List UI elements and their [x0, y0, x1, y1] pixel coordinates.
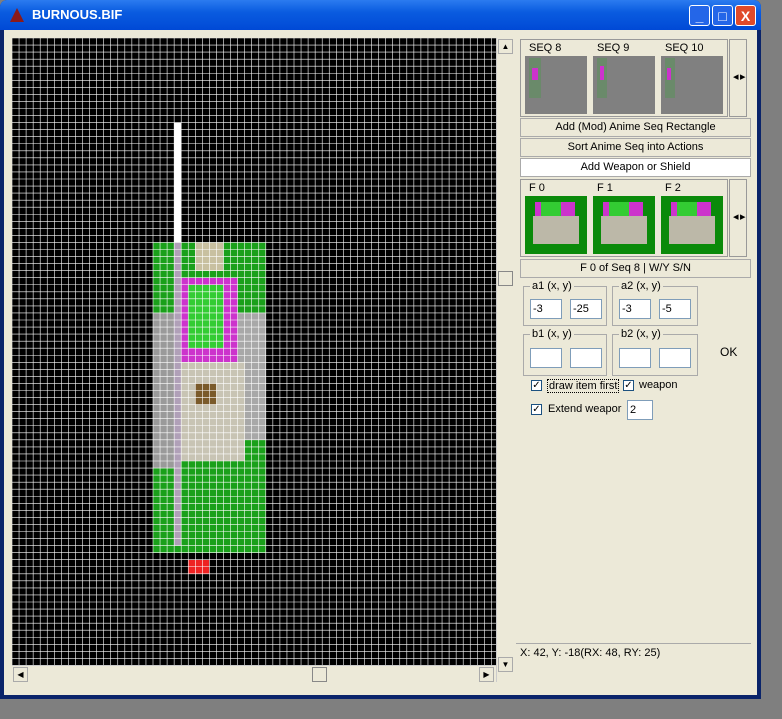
- frame-cell[interactable]: F 0: [523, 182, 589, 254]
- b1-y-input[interactable]: [570, 348, 602, 368]
- app-icon: [10, 8, 24, 22]
- scroll-down-icon[interactable]: ▼: [498, 657, 513, 672]
- horizontal-scroll-thumb[interactable]: [312, 667, 327, 682]
- a2-x-input[interactable]: [619, 299, 651, 319]
- sequence-thumbnail: [525, 56, 587, 114]
- sequence-cell[interactable]: SEQ 9: [591, 42, 657, 114]
- extend-weapon-label: Extend weapor: [548, 403, 622, 415]
- add-weapon-button[interactable]: Add Weapon or Shield: [520, 158, 751, 177]
- sequence-label: SEQ 9: [597, 42, 630, 54]
- scroll-right-icon[interactable]: ▸: [740, 210, 746, 223]
- draw-item-first-checkbox[interactable]: ✓: [531, 380, 542, 391]
- a1-label: a1 (x, y): [530, 280, 574, 292]
- scroll-left-icon[interactable]: ◀: [13, 667, 28, 682]
- minimize-button[interactable]: _: [689, 5, 710, 26]
- a1-x-input[interactable]: [530, 299, 562, 319]
- sequence-label: SEQ 10: [665, 42, 704, 54]
- frame-label: F 1: [597, 182, 613, 194]
- scroll-left-icon[interactable]: ◂: [733, 70, 739, 83]
- frame-cell[interactable]: F 2: [659, 182, 725, 254]
- app-window: BURNOUS.BIF _ □ X ▲ ▼ ◀ ▶ SEQ 8 SEQ 9 SE…: [0, 0, 761, 699]
- sprite-chest: [188, 284, 224, 349]
- a1-y-input[interactable]: [570, 299, 602, 319]
- frame-label: F 2: [665, 182, 681, 194]
- vertical-scroll-thumb[interactable]: [498, 271, 513, 286]
- frame-strip-scroller[interactable]: ◂ ▸: [729, 179, 747, 257]
- title-bar[interactable]: BURNOUS.BIF _ □ X: [0, 0, 761, 30]
- b1-group: b1 (x, y): [523, 328, 607, 376]
- b2-x-input[interactable]: [619, 348, 651, 368]
- a2-y-input[interactable]: [659, 299, 691, 319]
- b2-y-input[interactable]: [659, 348, 691, 368]
- a2-label: a2 (x, y): [619, 280, 663, 292]
- frame-thumbnail: [525, 196, 587, 254]
- b2-group: b2 (x, y): [612, 328, 698, 376]
- a1-group: a1 (x, y): [523, 280, 607, 326]
- extend-weapon-input[interactable]: [627, 400, 653, 420]
- scroll-up-icon[interactable]: ▲: [498, 39, 513, 54]
- frame-info-bar[interactable]: F 0 of Seq 8 | W/Y S/N: [520, 259, 751, 278]
- vertical-scrollbar[interactable]: ▲ ▼: [496, 38, 514, 682]
- scroll-left-icon[interactable]: ◂: [733, 210, 739, 223]
- sort-anime-seq-button[interactable]: Sort Anime Seq into Actions: [520, 138, 751, 157]
- frame-cell[interactable]: F 1: [591, 182, 657, 254]
- sequence-strip: SEQ 8 SEQ 9 SEQ 10: [520, 39, 728, 117]
- frame-label: F 0: [529, 182, 545, 194]
- weapon-shaft: [174, 242, 182, 546]
- frame-strip: F 0 F 1 F 2: [520, 179, 728, 257]
- extend-weapon-checkbox[interactable]: ✓: [531, 404, 542, 415]
- pixel-editor-canvas[interactable]: [12, 38, 496, 665]
- pixel-grid[interactable]: [12, 38, 496, 665]
- sequence-thumbnail: [661, 56, 723, 114]
- status-bar: X: 42, Y: -18(RX: 48, RY: 25): [516, 643, 751, 662]
- sequence-strip-scroller[interactable]: ◂ ▸: [729, 39, 747, 117]
- b1-label: b1 (x, y): [530, 328, 574, 340]
- sequence-cell[interactable]: SEQ 8: [523, 42, 589, 114]
- add-anime-seq-rectangle-button[interactable]: Add (Mod) Anime Seq Rectangle: [520, 118, 751, 137]
- scroll-right-icon[interactable]: ▸: [740, 70, 746, 83]
- frame-thumbnail: [593, 196, 655, 254]
- draw-item-first-label: draw item first: [547, 379, 620, 393]
- sequence-thumbnail: [593, 56, 655, 114]
- window-title: BURNOUS.BIF: [32, 7, 123, 22]
- ok-button[interactable]: OK: [720, 345, 737, 359]
- weapon-checkbox[interactable]: ✓: [623, 380, 634, 391]
- sequence-cell[interactable]: SEQ 10: [659, 42, 725, 114]
- weapon-label: weapon: [639, 379, 678, 391]
- close-button[interactable]: X: [735, 5, 756, 26]
- weapon-staff: [174, 122, 182, 243]
- scroll-right-icon[interactable]: ▶: [479, 667, 494, 682]
- sprite-belt: [195, 383, 217, 405]
- b2-label: b2 (x, y): [619, 328, 663, 340]
- frame-thumbnail: [661, 196, 723, 254]
- b1-x-input[interactable]: [530, 348, 562, 368]
- sequence-label: SEQ 8: [529, 42, 562, 54]
- a2-group: a2 (x, y): [612, 280, 698, 326]
- maximize-button[interactable]: □: [712, 5, 733, 26]
- horizontal-scrollbar[interactable]: ◀ ▶: [12, 665, 496, 683]
